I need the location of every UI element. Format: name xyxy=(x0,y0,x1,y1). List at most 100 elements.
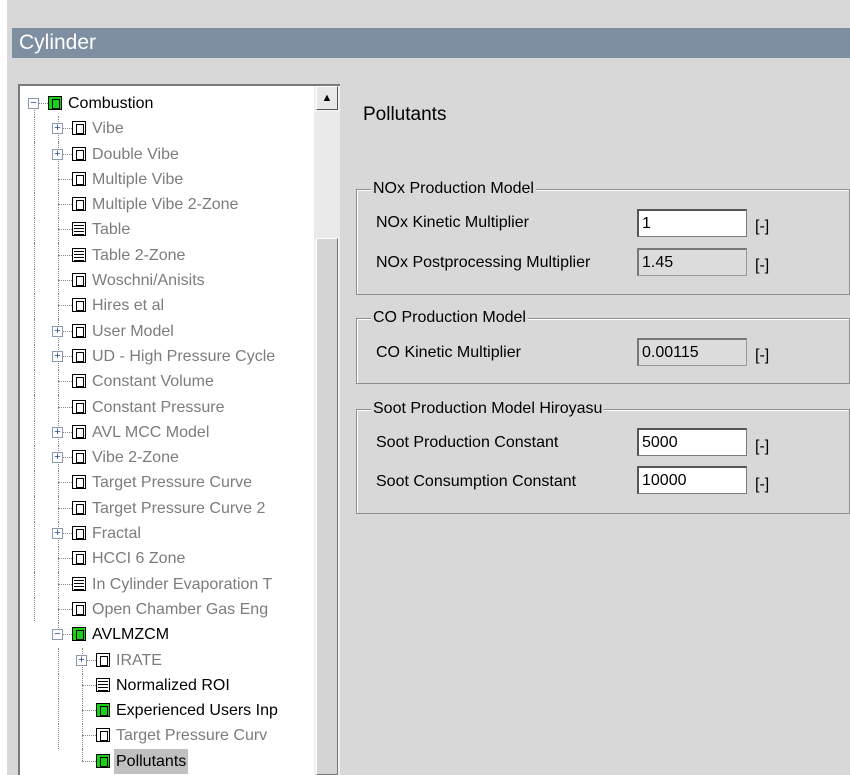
document-icon xyxy=(72,475,86,490)
tree-connector xyxy=(58,381,72,383)
document-icon xyxy=(72,146,86,161)
tree-item-label: HCCI 6 Zone xyxy=(92,550,186,568)
tree-item[interactable]: Target Pressure Curve 2 xyxy=(20,495,316,522)
green-table-icon xyxy=(96,677,110,692)
tree-item[interactable]: + Vibe xyxy=(20,116,316,142)
scroll-up-button[interactable]: ▲ xyxy=(316,86,338,110)
tree-connector xyxy=(58,482,72,484)
tree-connector xyxy=(82,760,96,762)
expand-icon[interactable]: + xyxy=(52,148,63,160)
tree-guide-line xyxy=(34,141,35,167)
tree-item[interactable]: Woschni/Anisits xyxy=(20,268,316,294)
tree-item[interactable]: Hires et al xyxy=(20,293,316,319)
tree-item-label: Combustion xyxy=(68,95,154,112)
tree-guide-line xyxy=(34,470,35,496)
document-icon xyxy=(72,171,86,186)
tree-item[interactable]: + User Model xyxy=(20,318,316,344)
tree-connector xyxy=(58,608,72,610)
tree-connector xyxy=(58,305,72,307)
tree-item-label: Woschni/Anisits xyxy=(92,272,205,290)
tree-item[interactable]: Multiple Vibe xyxy=(20,166,316,193)
document-icon xyxy=(72,273,86,288)
tree-scrollbar[interactable]: ▲ xyxy=(314,86,340,775)
tree-guide-line xyxy=(34,571,35,597)
tree-item[interactable]: Normalized ROI xyxy=(20,672,316,699)
green-document-icon xyxy=(96,703,110,718)
tree-item[interactable]: Target Pressure Curve xyxy=(20,470,316,496)
tree-item[interactable]: + Double Vibe xyxy=(20,141,316,167)
tree-guide-line xyxy=(34,546,35,572)
collapse-icon[interactable]: − xyxy=(52,629,63,641)
document-icon xyxy=(72,526,86,541)
expand-icon[interactable]: + xyxy=(52,123,63,135)
tree-guide-line xyxy=(34,116,35,142)
tree-item[interactable]: Table xyxy=(20,217,316,243)
tree-item-label: UD - High Pressure Cycle xyxy=(92,347,276,365)
tree-connector xyxy=(58,558,72,560)
nox-kinetic-input[interactable] xyxy=(637,209,747,237)
tree-connector xyxy=(58,229,72,231)
expand-icon[interactable]: + xyxy=(52,426,63,438)
green-document-icon xyxy=(72,627,86,642)
soot-group: Soot Production Model Hiroyasu xyxy=(356,399,850,514)
collapse-icon[interactable]: − xyxy=(28,98,39,109)
tree-guide-line xyxy=(58,723,59,749)
tree-item[interactable]: + Vibe 2-Zone xyxy=(20,445,316,471)
tree-item-label: Constant Pressure xyxy=(92,398,225,416)
tree-guide-line xyxy=(34,268,35,294)
tree-guide-line xyxy=(34,419,35,446)
tree-item-label: Vibe 2-Zone xyxy=(92,449,179,467)
tree-item[interactable]: − AVLMZCM xyxy=(20,622,316,647)
scroll-track[interactable] xyxy=(314,112,340,239)
tree-item[interactable]: Pollutants xyxy=(20,748,316,774)
soot-cons-label: Soot Consumption Constant xyxy=(376,473,577,490)
tree-item[interactable]: In Cylinder Evaporation T xyxy=(20,571,316,597)
scroll-thumb[interactable] xyxy=(316,238,338,775)
expand-icon[interactable]: + xyxy=(52,452,63,464)
document-icon xyxy=(72,551,86,566)
tree-connector xyxy=(58,583,72,585)
document-icon xyxy=(72,323,86,338)
document-icon xyxy=(96,652,110,667)
tree-connector xyxy=(82,710,96,712)
tree-item[interactable]: Constant Pressure xyxy=(20,394,316,420)
co-legend: CO Production Model xyxy=(371,308,528,328)
tree-item[interactable]: Multiple Vibe 2-Zone xyxy=(20,192,316,218)
tree-item-label: Open Chamber Gas Eng xyxy=(92,600,269,618)
tree-item[interactable]: + UD - High Pressure Cycle xyxy=(20,343,316,370)
expand-icon[interactable]: + xyxy=(52,325,63,337)
tree-item[interactable]: Constant Volume xyxy=(20,369,316,395)
tree-guide-line xyxy=(34,343,35,370)
document-icon xyxy=(72,399,86,414)
tree-item-label: User Model xyxy=(92,322,174,340)
tree-item[interactable]: Experienced Users Inp xyxy=(20,698,316,724)
document-icon xyxy=(72,374,86,389)
tree-item[interactable]: HCCI 6 Zone xyxy=(20,546,316,572)
tree-panel: − Combustion + Vibe + Double Vibe Multiple Vib… xyxy=(18,84,340,775)
tree-item[interactable]: + IRATE xyxy=(20,647,316,673)
tree-item[interactable]: + AVL MCC Model xyxy=(20,419,316,446)
tree-item[interactable]: + Fractal xyxy=(20,521,316,547)
table-icon xyxy=(72,247,86,262)
tree-item[interactable]: Table 2-Zone xyxy=(20,242,316,269)
tree-guide-line xyxy=(34,495,35,522)
tree-guide-line xyxy=(34,445,35,471)
tree-item[interactable]: − Combustion xyxy=(20,91,316,117)
green-document-icon xyxy=(96,753,110,768)
tree-connector xyxy=(58,406,72,408)
expand-icon[interactable]: + xyxy=(76,654,87,666)
tree-item-label: Target Pressure Curve 2 xyxy=(92,499,266,517)
tree-connector xyxy=(58,204,72,206)
tree-item[interactable]: Open Chamber Gas Eng xyxy=(20,596,316,623)
soot-cons-input[interactable] xyxy=(637,466,747,494)
document-icon xyxy=(96,728,110,743)
soot-prod-input[interactable] xyxy=(637,428,747,456)
tree-item[interactable]: Target Pressure Curv xyxy=(20,723,316,749)
tree-guide-line xyxy=(58,672,59,699)
tree-guide-line xyxy=(58,647,59,673)
expand-icon[interactable]: + xyxy=(52,528,63,540)
nox-kinetic-label: NOx Kinetic Multiplier xyxy=(376,214,529,231)
expand-icon[interactable]: + xyxy=(52,350,63,362)
soot-prod-unit: [-] xyxy=(755,438,770,455)
tree-connector xyxy=(58,280,72,282)
